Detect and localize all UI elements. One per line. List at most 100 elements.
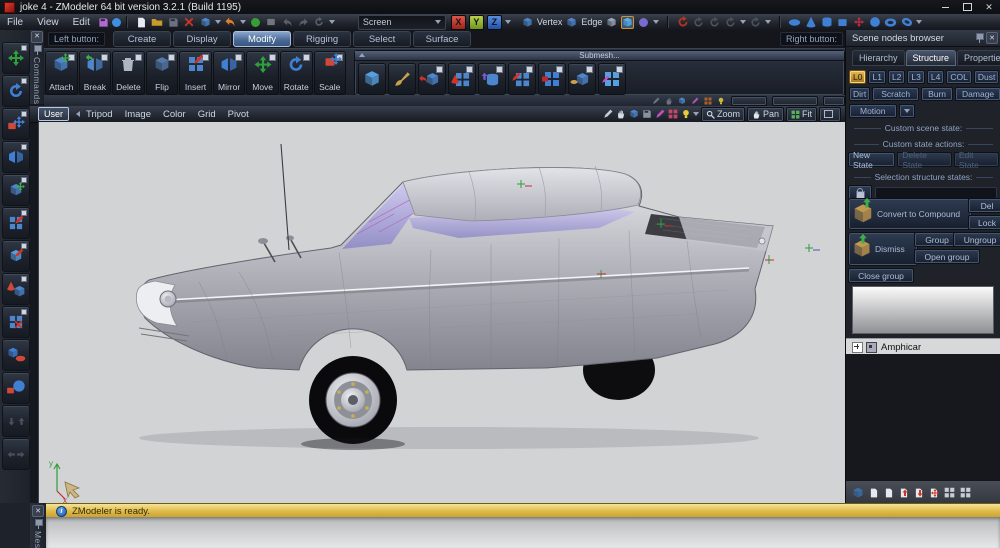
tab-modify[interactable]: Modify <box>233 31 291 47</box>
lod-damage-button[interactable]: Damage <box>955 87 1000 101</box>
vp-icon-dim2[interactable] <box>664 96 674 105</box>
motion-button[interactable]: Motion <box>849 104 897 118</box>
element-mode-icon[interactable] <box>637 16 650 29</box>
close-button[interactable]: ✕ <box>978 1 1000 13</box>
primitive-sphere-icon[interactable] <box>868 16 881 29</box>
export-icon[interactable] <box>199 16 212 29</box>
side-tool-updown-disabled[interactable] <box>2 405 30 437</box>
polygon-mode-icon[interactable] <box>605 16 618 29</box>
undo-icon[interactable] <box>224 16 237 29</box>
submesh-tool-knife[interactable] <box>508 63 536 95</box>
tool-mirror[interactable]: Mirror <box>213 51 246 95</box>
lod-dirt-button[interactable]: Dirt <box>849 87 870 101</box>
maximize-button[interactable] <box>956 1 978 13</box>
side-tool-move[interactable] <box>2 42 30 74</box>
tool-scale[interactable]: Scale <box>314 51 347 95</box>
rotate-gray1-icon[interactable] <box>692 16 705 29</box>
submesh-tool-shape[interactable] <box>358 63 386 95</box>
axis-z-button[interactable]: Z <box>487 15 502 30</box>
pan-button[interactable]: Pan <box>747 107 784 122</box>
tool-flip[interactable]: Flip <box>146 51 179 95</box>
tab-properties[interactable]: Properties <box>957 50 1000 66</box>
submesh-tool-extract[interactable] <box>418 63 446 95</box>
tool-rotate[interactable]: Rotate <box>280 51 313 95</box>
expand-icon[interactable] <box>852 342 863 353</box>
edge-mode-icon[interactable] <box>565 16 578 29</box>
tab-create[interactable]: Create <box>113 31 171 47</box>
vp-hand-icon[interactable] <box>615 108 628 121</box>
messages-log-area[interactable] <box>46 517 1000 548</box>
scene-browser-close-button[interactable]: ✕ <box>986 32 998 44</box>
open-group-button[interactable]: Open group <box>914 249 980 264</box>
side-tool-weld[interactable] <box>2 339 30 371</box>
package-icon[interactable] <box>265 16 278 29</box>
submesh-tool-wave[interactable] <box>568 63 596 95</box>
scene-browser-pin-icon[interactable] <box>975 33 983 43</box>
new-file-icon[interactable] <box>135 16 148 29</box>
export-dropdown-arrow[interactable] <box>215 20 221 24</box>
vp-mini-button1[interactable] <box>731 96 767 106</box>
side-tool-mirror[interactable] <box>2 141 30 173</box>
vp-eraser-icon[interactable] <box>641 108 654 121</box>
object-mode-icon-selected[interactable] <box>621 16 634 29</box>
vp-shade-icon[interactable] <box>628 108 641 121</box>
expand-corner-icon[interactable] <box>556 66 563 73</box>
submesh-tool-weld[interactable] <box>598 63 626 95</box>
tab-select[interactable]: Select <box>353 31 411 47</box>
expand-corner-icon[interactable] <box>466 66 473 73</box>
tool-delete[interactable]: Delete <box>112 51 145 95</box>
axis-dropdown-arrow[interactable] <box>505 20 511 24</box>
primitive-point-icon[interactable] <box>852 16 865 29</box>
vp-icon-dim6[interactable] <box>716 96 726 105</box>
primitive-disc-icon[interactable] <box>788 16 801 29</box>
zoom-button[interactable]: Zoom <box>701 107 745 122</box>
ungroup-button[interactable]: Ungroup <box>953 232 1000 247</box>
side-tool-detach[interactable] <box>2 273 30 305</box>
rotate-dropdown-arrow2[interactable] <box>765 20 771 24</box>
edge-mode-label[interactable]: Edge <box>581 17 602 27</box>
vp-menu-tripod[interactable]: Tripod <box>80 109 119 120</box>
lod-scratch-button[interactable]: Scratch <box>872 87 919 101</box>
vp-mini-button2[interactable] <box>772 96 818 106</box>
convert-to-compound-button[interactable]: Convert to Compound <box>848 198 972 230</box>
rotate-gray3-icon[interactable] <box>724 16 737 29</box>
scene-tree-empty-area[interactable] <box>846 354 1000 480</box>
primitive-box-icon[interactable] <box>836 16 849 29</box>
side-tool-rotate[interactable] <box>2 75 30 107</box>
tool-move[interactable]: Move <box>246 51 279 95</box>
axis-y-button[interactable]: Y <box>469 15 484 30</box>
vertex-mode-icon[interactable] <box>521 16 534 29</box>
side-tool-insert[interactable] <box>2 207 30 239</box>
redo-gray-icon[interactable] <box>297 16 310 29</box>
lock-button[interactable]: Lock <box>968 215 1000 230</box>
axis-x-button[interactable]: X <box>451 15 466 30</box>
tab-display[interactable]: Display <box>173 31 231 47</box>
commands-pin-icon[interactable] <box>33 45 41 55</box>
lod-l0-button[interactable]: L0 <box>849 70 866 84</box>
minimize-button[interactable] <box>934 1 956 13</box>
view-select-button[interactable]: User <box>38 107 69 121</box>
scene-browser-title-bar[interactable]: Scene nodes browser ✕ <box>846 30 1000 47</box>
side-tool-sphere-merge[interactable] <box>2 372 30 404</box>
lod-l3-button[interactable]: L3 <box>907 70 924 84</box>
lod-l4-button[interactable]: L4 <box>927 70 944 84</box>
delete-state-button[interactable]: Delete State <box>897 152 952 167</box>
tab-surface[interactable]: Surface <box>413 31 471 47</box>
scene-tree-row-amphicar[interactable]: Amphicar <box>846 338 1000 355</box>
dismiss-button[interactable]: Dismiss <box>848 232 918 266</box>
delete-icon[interactable] <box>183 16 196 29</box>
vp-icon-dim5[interactable] <box>703 96 713 105</box>
vp-menu-grid[interactable]: Grid <box>192 109 222 120</box>
lod-burn-button[interactable]: Burn <box>921 87 953 101</box>
menu-edit[interactable]: Edit <box>66 14 97 30</box>
vp-texture-icon[interactable] <box>667 108 680 121</box>
tab-structure[interactable]: Structure <box>906 50 957 66</box>
refresh-dropdown-arrow[interactable] <box>329 20 335 24</box>
rotate-gray4-icon[interactable] <box>749 16 762 29</box>
vp-draw-icon[interactable] <box>602 108 615 121</box>
maximize-viewport-button[interactable] <box>819 107 841 122</box>
primitives-dropdown-arrow[interactable] <box>916 20 922 24</box>
submesh-tool-region[interactable] <box>538 63 566 95</box>
list-icon-1[interactable] <box>869 487 879 499</box>
messages-pin-icon[interactable] <box>34 519 42 529</box>
